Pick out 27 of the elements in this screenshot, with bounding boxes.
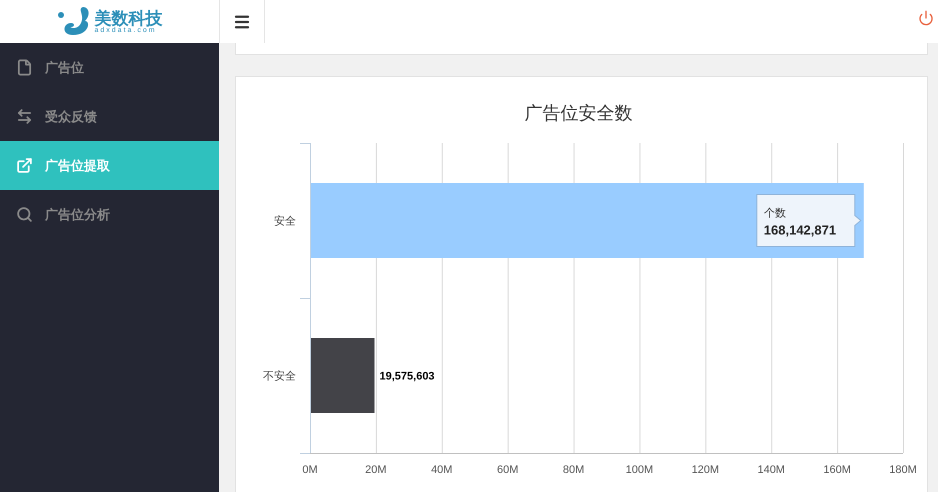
- brand-name: 美数科技: [94, 10, 162, 26]
- sidebar-item[interactable]: 受众反馈: [0, 92, 219, 141]
- power-icon: [918, 10, 934, 26]
- external-link-icon: [16, 157, 33, 174]
- category-label: 不安全: [263, 370, 296, 382]
- axis-tick-label: 180M: [889, 464, 917, 476]
- axis-tick-label: 80M: [562, 464, 584, 476]
- category-label: 安全: [274, 216, 296, 228]
- value-label: 19,575,603: [380, 370, 435, 382]
- axis-tick-label: 20M: [365, 464, 387, 476]
- series-label: 个数: [764, 208, 786, 220]
- axis-tick-label: 60M: [496, 464, 518, 476]
- tooltip: 个数 168,142,871: [756, 194, 862, 247]
- arrows-icon: [16, 108, 33, 125]
- file-icon: [16, 59, 33, 76]
- sidebar-item[interactable]: 广告位分析: [0, 190, 219, 239]
- sidebar-item[interactable]: 广告位提取: [0, 141, 219, 190]
- axis-tick-label: 0M: [302, 464, 318, 476]
- sidebar-item[interactable]: 广告位: [0, 43, 219, 92]
- axis-tick-label: 120M: [692, 464, 720, 476]
- axis-tick-label: 100M: [626, 464, 654, 476]
- chart-title: 广告位安全数: [524, 103, 632, 123]
- axis-tick-label: 160M: [823, 464, 851, 476]
- menu-icon: [233, 12, 251, 30]
- axis-tick-label: 40M: [431, 464, 452, 476]
- search-icon: [16, 206, 33, 223]
- axis-tick-label: 140M: [757, 464, 785, 476]
